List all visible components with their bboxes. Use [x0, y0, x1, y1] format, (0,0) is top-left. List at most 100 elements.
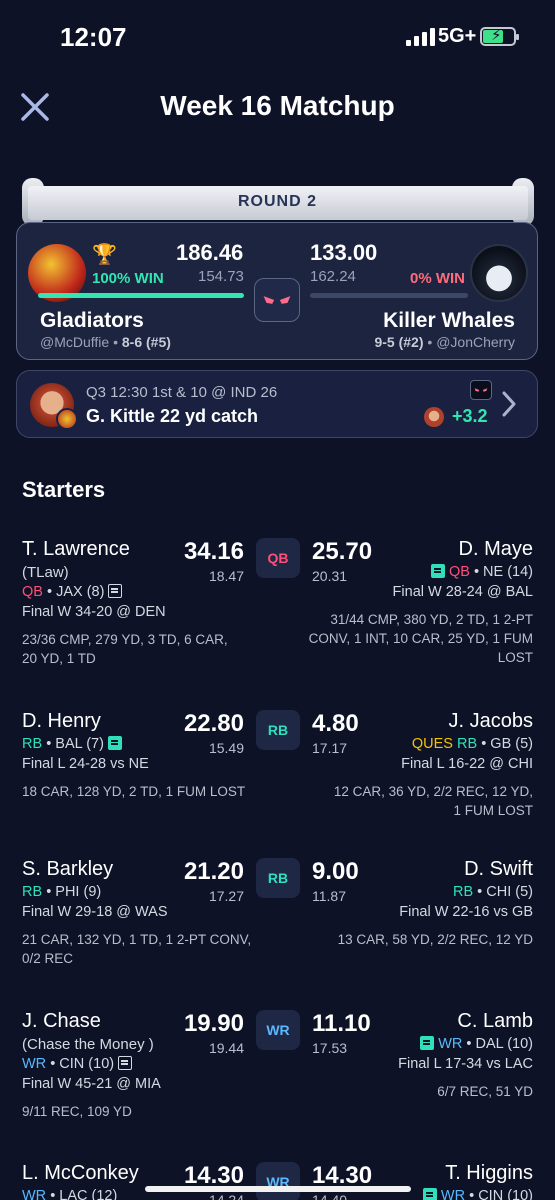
play-description: G. Kittle 22 yd catch: [86, 406, 259, 426]
versus-eyes-icon[interactable]: [254, 278, 300, 322]
left-player-pos: RB: [22, 736, 43, 752]
left-player-pos: WR: [22, 1056, 47, 1072]
right-player-points: 11.10: [312, 1010, 371, 1037]
right-player-pos: QB: [448, 564, 470, 580]
left-player-name[interactable]: T. Lawrence: [22, 538, 130, 561]
stats-line: LOST: [497, 650, 533, 665]
left-player-name[interactable]: L. McConkey: [22, 1162, 139, 1185]
starter-row[interactable]: L. McConkey WR • LAC (12) 14.30 14.24 WR…: [0, 1154, 555, 1200]
stats-line: 12 CAR, 36 YD, 2/2 REC, 12 YD,: [333, 784, 533, 799]
right-player-stats: 13 CAR, 58 YD, 2/2 REC, 12 YD: [338, 930, 533, 949]
right-player-stats: 31/44 CMP, 380 YD, 2 TD, 1 2-PT CONV, 1 I…: [309, 610, 533, 667]
stats-line: 20 YD, 1 TD: [22, 651, 96, 666]
battery-icon: ⚡: [480, 27, 519, 46]
right-player-stats: 6/7 REC, 51 YD: [437, 1082, 533, 1101]
left-team-meta: @McDuffie • 8-6 (#5): [40, 334, 171, 350]
signal-icon: [406, 28, 435, 46]
stats-line: 0/2 REC: [22, 951, 74, 966]
starter-row[interactable]: J. Chase (Chase the Money ) WR • CIN (10…: [0, 1002, 555, 1162]
right-player-name[interactable]: J. Jacobs: [449, 710, 533, 733]
left-player-team: • BAL (7): [46, 736, 104, 752]
left-player-nickname: (TLaw): [22, 564, 69, 581]
right-player-name[interactable]: C. Lamb: [457, 1010, 533, 1033]
starter-row[interactable]: D. Henry RB • BAL (7) Final L 24-28 vs N…: [0, 702, 555, 862]
left-player-meta: RB • BAL (7): [22, 736, 122, 752]
scoring-player-icon: [424, 407, 444, 427]
right-player-team: • DAL (10): [466, 1036, 533, 1052]
left-team-projected: 154.73: [198, 268, 244, 285]
play-points-delta: +3.2: [452, 406, 488, 426]
last-play-card[interactable]: [16, 370, 538, 438]
team-avatar-killer-whales[interactable]: [470, 244, 528, 302]
home-indicator[interactable]: [145, 1186, 411, 1192]
chevron-right-icon[interactable]: [500, 390, 518, 418]
right-player-projected: 17.17: [312, 740, 348, 756]
stats-line: CONV, 1 INT, 10 CAR, 25 YD, 1 FUM: [308, 631, 533, 646]
position-badge: WR: [256, 1010, 300, 1050]
position-badge: QB: [256, 538, 300, 578]
left-player-points: 34.16: [183, 538, 244, 565]
news-icon[interactable]: [420, 1036, 435, 1050]
starter-row[interactable]: S. Barkley RB • PHI (9) Final W 29-18 @ …: [0, 850, 555, 1010]
right-player-pos: RB: [457, 736, 478, 752]
news-icon[interactable]: [118, 1056, 133, 1070]
news-icon[interactable]: [430, 564, 445, 578]
right-player-pos: WR: [440, 1188, 466, 1200]
right-team-meta: 9-5 (#2) • @JonCherry: [374, 334, 515, 350]
left-player-name[interactable]: J. Chase: [22, 1010, 101, 1033]
stats-line: 21 CAR, 132 YD, 1 TD, 1 2-PT CONV,: [22, 932, 252, 947]
left-win-bar: [38, 293, 244, 298]
left-player-pos: RB: [22, 884, 43, 900]
page-title: Week 16 Matchup: [160, 90, 395, 121]
left-player-projected: 17.27: [208, 888, 244, 904]
left-player-points: 21.20: [183, 858, 244, 885]
right-player-team: • CIN (10): [469, 1188, 533, 1200]
left-team-name[interactable]: Gladiators: [40, 309, 144, 333]
right-team-name[interactable]: Killer Whales: [383, 309, 515, 333]
left-player-team: • PHI (9): [46, 884, 102, 900]
news-icon[interactable]: [422, 1188, 437, 1200]
left-player-stats: 9/11 REC, 109 YD: [22, 1102, 132, 1121]
left-player-points: 19.90: [183, 1010, 244, 1037]
left-player-stats: 18 CAR, 128 YD, 2 TD, 1 FUM LOST: [22, 782, 245, 801]
right-win-probability: 0% WIN: [410, 270, 466, 287]
left-player-name[interactable]: S. Barkley: [22, 858, 113, 881]
left-team-handle: @McDuffie: [40, 334, 110, 350]
left-player-meta: RB • PHI (9): [22, 884, 101, 900]
right-player-pos: RB: [452, 884, 474, 900]
right-player-pos: WR: [438, 1036, 463, 1052]
right-player-result: Final L 17-34 vs LAC: [398, 1056, 533, 1072]
stats-line: 18 CAR, 128 YD, 2 TD, 1 FUM LOST: [22, 784, 246, 799]
right-team-projected: 162.24: [310, 268, 356, 285]
left-player-team: • CIN (10): [50, 1056, 115, 1072]
left-player-pos: WR: [22, 1188, 47, 1200]
left-player-projected: 18.47: [208, 568, 244, 584]
left-player-meta: WR • LAC (12): [22, 1188, 117, 1200]
trophy-icon: 🏆: [92, 244, 117, 266]
left-player-projected: 14.24: [208, 1192, 244, 1200]
left-player-meta: WR • CIN (10): [22, 1056, 133, 1072]
right-player-result: Final W 28-24 @ BAL: [392, 584, 533, 600]
left-player-projected: 15.49: [208, 740, 244, 756]
left-player-points: 22.80: [183, 710, 244, 737]
news-icon[interactable]: [107, 736, 122, 750]
left-player-pos: QB: [22, 584, 43, 600]
right-player-points: 9.00: [312, 858, 359, 885]
right-team-handle: @JonCherry: [436, 334, 515, 350]
position-badge: RB: [256, 710, 300, 750]
right-player-name[interactable]: D. Maye: [459, 538, 533, 561]
round-label: ROUND 2: [237, 193, 317, 210]
right-player-name[interactable]: T. Higgins: [445, 1162, 533, 1185]
left-player-stats: 23/36 CMP, 279 YD, 3 TD, 6 CAR, 20 YD, 1 …: [22, 630, 228, 668]
left-player-result: Final W 34-20 @ DEN: [22, 604, 166, 620]
right-player-result: Final L 16-22 @ CHI: [401, 756, 533, 772]
right-player-points: 4.80: [312, 710, 359, 737]
right-player-name[interactable]: D. Swift: [464, 858, 533, 881]
section-title-starters: Starters: [22, 477, 106, 502]
starter-row[interactable]: T. Lawrence (TLaw) QB • JAX (8) Final W …: [0, 530, 555, 690]
position-badge: RB: [256, 858, 300, 898]
right-player-projected: 17.53: [312, 1040, 348, 1056]
right-player-projected: 11.87: [312, 888, 346, 904]
news-icon[interactable]: [108, 584, 123, 598]
left-player-name[interactable]: D. Henry: [22, 710, 101, 733]
